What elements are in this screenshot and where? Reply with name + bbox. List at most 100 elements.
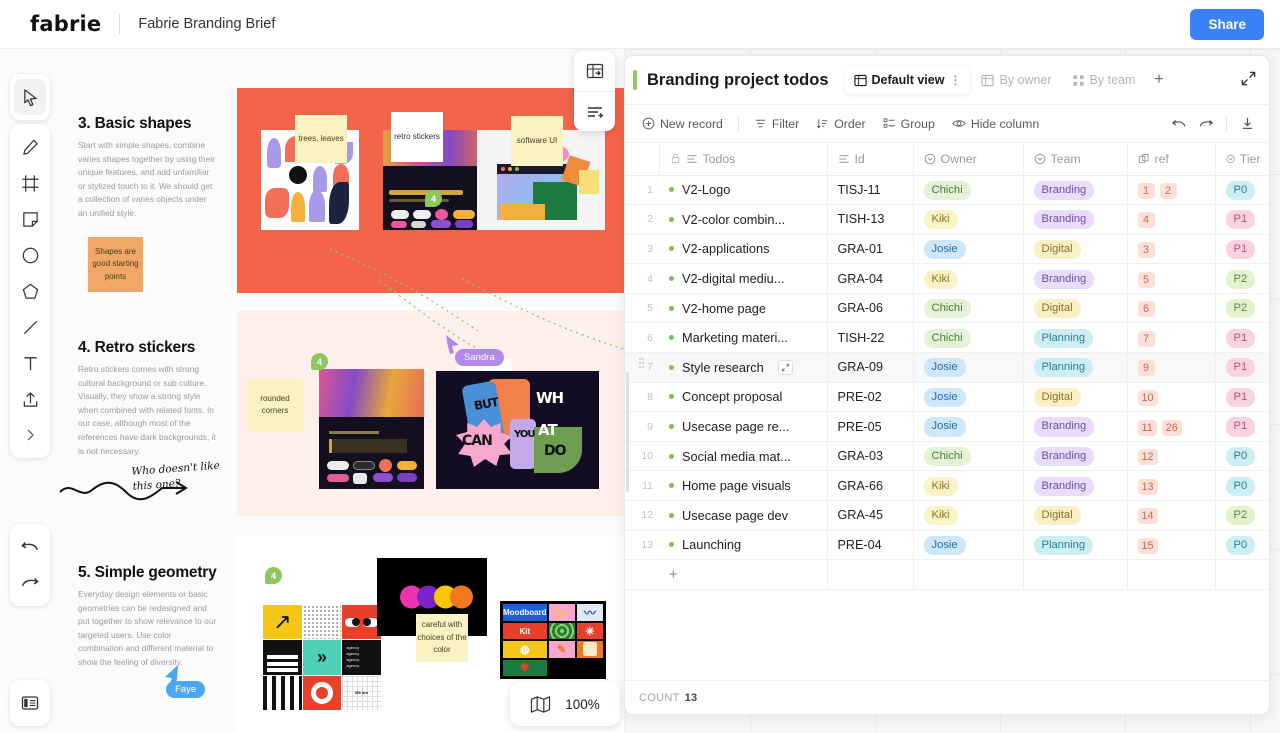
cell-tier[interactable]: P1	[1215, 382, 1269, 412]
cell-id[interactable]: GRA-66	[827, 471, 913, 501]
pen-tool[interactable]	[14, 129, 46, 165]
cell-team[interactable]: Digital	[1023, 501, 1127, 531]
column-owner[interactable]: Owner	[913, 143, 1023, 175]
group-button[interactable]: Group	[876, 112, 942, 136]
cell-owner[interactable]: Josie	[913, 530, 1023, 560]
cell-team[interactable]: Branding	[1023, 264, 1127, 294]
ref-chip[interactable]: 2	[1160, 183, 1177, 199]
hide-column-button[interactable]: Hide column	[945, 112, 1046, 136]
comment-badge[interactable]: 4	[265, 567, 282, 584]
cell-team[interactable]: Branding	[1023, 471, 1127, 501]
cell-ref[interactable]: 12	[1127, 175, 1215, 205]
ref-chip[interactable]: 15	[1138, 538, 1158, 554]
cell-tier[interactable]: P1	[1215, 205, 1269, 235]
table-row[interactable]: 2 V2-color combin... TISH-13 Kiki Brandi…	[625, 205, 1269, 235]
cell-ref[interactable]: 13	[1127, 471, 1215, 501]
add-row-button[interactable]: +	[659, 560, 827, 590]
frame-tool[interactable]	[14, 165, 46, 201]
ellipse-tool[interactable]	[14, 237, 46, 273]
canvas-scrollbar[interactable]	[626, 372, 629, 492]
sticky-note-rounded-corners[interactable]: rounded corners	[247, 379, 303, 431]
cell-todo[interactable]: Marketing materi...	[659, 323, 827, 353]
cell-owner[interactable]: Chichi	[913, 293, 1023, 323]
cell-tier[interactable]: P1	[1215, 412, 1269, 442]
column-team[interactable]: Team	[1023, 143, 1127, 175]
table-row[interactable]: 6 Marketing materi... TISH-22 Chichi Pla…	[625, 323, 1269, 353]
cell-team[interactable]: Planning	[1023, 530, 1127, 560]
cell-id[interactable]: GRA-01	[827, 234, 913, 264]
cell-ref[interactable]: 12	[1127, 441, 1215, 471]
image-moodboard-kit[interactable]: Moodboard ▷ 〰 Kit ✳ ◍ ✎ ✾	[500, 601, 606, 679]
cell-ref[interactable]: 1126	[1127, 412, 1215, 442]
ref-chip[interactable]: 14	[1138, 508, 1158, 524]
table-row[interactable]: 13 Launching PRE-04 Josie Planning15 P0	[625, 530, 1269, 560]
line-tool[interactable]	[14, 309, 46, 345]
cell-tier[interactable]: P2	[1215, 293, 1269, 323]
expand-panel-button[interactable]	[1240, 70, 1257, 92]
cell-team[interactable]: Planning	[1023, 353, 1127, 383]
cell-team[interactable]: Digital	[1023, 293, 1127, 323]
column-ref[interactable]: ref	[1127, 143, 1215, 175]
share-button[interactable]: Share	[1190, 9, 1264, 40]
cell-todo[interactable]: Concept proposal	[659, 382, 827, 412]
cell-team[interactable]: Branding	[1023, 441, 1127, 471]
cell-todo[interactable]: V2-digital mediu...	[659, 264, 827, 294]
table-row[interactable]: 12 Usecase page dev GRA-45 Kiki Digital1…	[625, 501, 1269, 531]
cell-team[interactable]: Digital	[1023, 234, 1127, 264]
cell-ref[interactable]: 14	[1127, 501, 1215, 531]
text-tool[interactable]	[14, 345, 46, 381]
panel-drag-handle[interactable]	[636, 348, 644, 370]
cell-ref[interactable]: 15	[1127, 530, 1215, 560]
cell-id[interactable]: PRE-05	[827, 412, 913, 442]
cell-tier[interactable]: P2	[1215, 501, 1269, 531]
order-button[interactable]: Order	[809, 112, 872, 136]
table-scroll-region[interactable]: Todos Id Owner	[625, 143, 1269, 680]
more-tools[interactable]	[14, 417, 46, 453]
cell-todo[interactable]: V2-color combin...	[659, 205, 827, 235]
new-record-button[interactable]: New record	[635, 112, 730, 136]
cell-owner[interactable]: Josie	[913, 382, 1023, 412]
cell-todo[interactable]: V2-Logo	[659, 175, 827, 205]
cell-todo[interactable]: Usecase page dev	[659, 501, 827, 531]
cell-tier[interactable]: P0	[1215, 175, 1269, 205]
upload-tool[interactable]	[14, 381, 46, 417]
polygon-tool[interactable]	[14, 273, 46, 309]
cell-id[interactable]: GRA-04	[827, 264, 913, 294]
export-button[interactable]	[1235, 112, 1259, 136]
undo-button[interactable]	[14, 529, 46, 565]
cell-tier[interactable]: P0	[1215, 441, 1269, 471]
frame-references-orange[interactable]: trees, leaves retro stickers software UI…	[237, 88, 624, 293]
cell-id[interactable]: TISH-22	[827, 323, 913, 353]
cell-tier[interactable]: P0	[1215, 471, 1269, 501]
cell-owner[interactable]: Chichi	[913, 175, 1023, 205]
ref-chip[interactable]: 11	[1138, 420, 1157, 436]
cell-owner[interactable]: Kiki	[913, 205, 1023, 235]
table-row[interactable]: 5 V2-home page GRA-06 Chichi Digital6 P2	[625, 293, 1269, 323]
view-menu-icon[interactable]: ⋮	[949, 73, 961, 87]
cell-ref[interactable]: 3	[1127, 234, 1215, 264]
cell-owner[interactable]: Josie	[913, 353, 1023, 383]
ref-chip[interactable]: 7	[1138, 331, 1155, 347]
column-id[interactable]: Id	[827, 143, 913, 175]
tab-by-team[interactable]: By team	[1063, 66, 1145, 94]
table-undo-button[interactable]	[1167, 112, 1191, 136]
tab-default-view[interactable]: Default view ⋮	[845, 66, 971, 94]
expand-row-button[interactable]	[778, 360, 793, 375]
cell-todo[interactable]: V2-applications	[659, 234, 827, 264]
table-row[interactable]: 10 Social media mat... GRA-03 Chichi Bra…	[625, 441, 1269, 471]
insert-table-button[interactable]	[574, 51, 615, 91]
panel-title[interactable]: Branding project todos	[647, 71, 829, 90]
table-redo-button[interactable]	[1194, 112, 1218, 136]
cell-tier[interactable]: P2	[1215, 264, 1269, 294]
table-row[interactable]: 8 Concept proposal PRE-02 Josie Digital1…	[625, 382, 1269, 412]
document-title[interactable]: Fabrie Branding Brief	[138, 16, 275, 32]
cell-team[interactable]: Planning	[1023, 323, 1127, 353]
zoom-control[interactable]: 100%	[510, 682, 620, 726]
app-logo[interactable]: fabrie	[30, 12, 101, 36]
cell-ref[interactable]: 4	[1127, 205, 1215, 235]
cell-tier[interactable]: P0	[1215, 530, 1269, 560]
filter-button[interactable]: Filter	[747, 112, 806, 136]
cell-todo[interactable]: Social media mat...	[659, 441, 827, 471]
cell-id[interactable]: TISJ-11	[827, 175, 913, 205]
cell-owner[interactable]: Kiki	[913, 264, 1023, 294]
